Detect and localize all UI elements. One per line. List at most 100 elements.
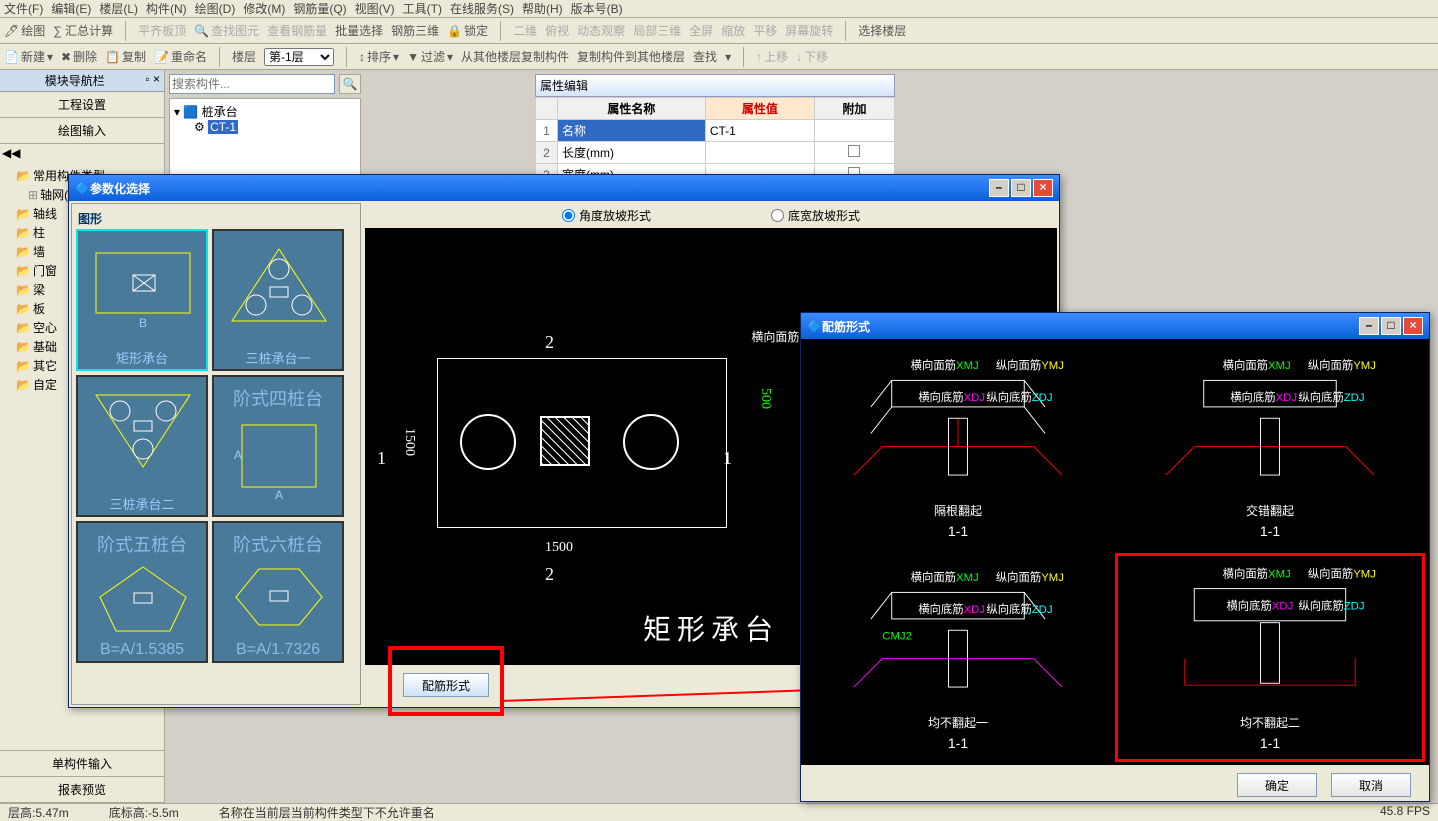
rebar-dialog-titlebar[interactable]: 🔷 配筋形式 – □ × bbox=[801, 313, 1429, 339]
tb-up[interactable]: ↑ 上移 bbox=[756, 48, 788, 65]
menu-help[interactable]: 帮助(H) bbox=[522, 0, 563, 17]
tb-sum[interactable]: ∑ 汇总计算 bbox=[53, 22, 113, 39]
rebar-dialog-title: 配筋形式 bbox=[822, 318, 870, 335]
nav-bottom-single[interactable]: 单构件输入 bbox=[0, 751, 164, 777]
svg-text:B: B bbox=[139, 316, 147, 330]
tb-filter[interactable]: ▼ 过滤 ▾ bbox=[407, 48, 453, 65]
rebar-card-4[interactable]: 横向面筋XMJ 纵向面筋YMJ 横向底筋XDJ 纵向底筋ZDJ 均不翻起二1-1 bbox=[1115, 553, 1425, 762]
cancel-button[interactable]: 取消 bbox=[1331, 773, 1411, 797]
app-icon: 🔷 bbox=[75, 181, 90, 195]
svg-text:纵向面筋YMJ: 纵向面筋YMJ bbox=[996, 570, 1064, 584]
prop-row-2[interactable]: 2 长度(mm) bbox=[536, 142, 895, 164]
shape-step-5pile[interactable]: 阶式五桩台 B=A/1.5385 bbox=[76, 521, 208, 663]
svg-text:纵向底筋ZDJ: 纵向底筋ZDJ bbox=[1298, 598, 1364, 612]
rebar-form-dialog: 🔷 配筋形式 – □ × 横向面筋XMJ 纵向面筋YMJ 横向底筋XDJ 纵向底… bbox=[800, 312, 1430, 802]
checkbox-icon[interactable] bbox=[848, 145, 860, 157]
prop-hdr-value: 属性值 bbox=[705, 98, 814, 120]
tb-copy-to[interactable]: 复制构件到其他楼层 bbox=[577, 48, 685, 65]
menu-component[interactable]: 构件(N) bbox=[146, 0, 187, 17]
tb-zoom[interactable]: 缩放 bbox=[721, 22, 745, 39]
menu-rebar[interactable]: 钢筋量(Q) bbox=[293, 0, 346, 17]
maximize-button[interactable]: □ bbox=[1381, 317, 1401, 335]
tb-new[interactable]: 📄 新建 ▾ bbox=[4, 48, 53, 65]
nav-bottom-report[interactable]: 报表预览 bbox=[0, 777, 164, 803]
property-title: 属性编辑 bbox=[535, 74, 895, 97]
minimize-button[interactable]: – bbox=[989, 179, 1009, 197]
menubar: 文件(F) 编辑(E) 楼层(L) 构件(N) 绘图(D) 修改(M) 钢筋量(… bbox=[0, 0, 1438, 18]
shape-3pile-1[interactable]: 三桩承台一 bbox=[212, 229, 344, 371]
tb-fullscreen[interactable]: 全屏 bbox=[689, 22, 713, 39]
shape-list-panel: 图形 B 矩形承台 三桩承台一 三桩承台二 阶式四桩台 AA bbox=[71, 203, 361, 705]
status-msg: 名称在当前层当前构件类型下不允许重名 bbox=[219, 804, 1340, 821]
svg-text:纵向底筋ZDJ: 纵向底筋ZDJ bbox=[986, 602, 1052, 616]
tb-local-3d[interactable]: 局部三维 bbox=[633, 22, 681, 39]
tb-down[interactable]: ↓ 下移 bbox=[796, 48, 828, 65]
shape-step-4pile[interactable]: 阶式四桩台 AA bbox=[212, 375, 344, 517]
tb-select-floor[interactable]: 选择楼层 bbox=[858, 22, 906, 39]
menu-version[interactable]: 版本号(B) bbox=[571, 0, 623, 17]
tb-lock[interactable]: 🔒 锁定 bbox=[447, 22, 488, 39]
rebar-card-3[interactable]: 横向面筋XMJ 纵向面筋YMJ 横向底筋XDJ 纵向底筋ZDJ CMJ2 均不翻… bbox=[803, 553, 1113, 762]
menu-modify[interactable]: 修改(M) bbox=[243, 0, 285, 17]
svg-text:横向底筋XDJ: 横向底筋XDJ bbox=[1226, 598, 1293, 612]
radio-width-slope[interactable]: 底宽放坡形式 bbox=[771, 207, 860, 224]
tb-align[interactable]: 平齐板顶 bbox=[138, 22, 186, 39]
svg-text:CMJ2: CMJ2 bbox=[882, 631, 912, 643]
svg-text:A: A bbox=[234, 448, 242, 462]
menu-draw[interactable]: 绘图(D) bbox=[195, 0, 236, 17]
svg-text:纵向底筋ZDJ: 纵向底筋ZDJ bbox=[1298, 390, 1364, 404]
rebar-card-2[interactable]: 横向面筋XMJ 纵向面筋YMJ 横向底筋XDJ 纵向底筋ZDJ 交错翻起1-1 bbox=[1115, 341, 1425, 550]
menu-tools[interactable]: 工具(T) bbox=[403, 0, 442, 17]
nav-back-icon[interactable]: ◀◀ bbox=[2, 146, 20, 160]
tb-top-view[interactable]: 俯视 bbox=[545, 22, 569, 39]
shape-step-6pile[interactable]: 阶式六桩台 B=A/1.7326 bbox=[212, 521, 344, 663]
graphics-label: 图形 bbox=[76, 208, 356, 229]
statusbar: 层高:5.47m 底标高:-5.5m 名称在当前层当前构件类型下不允许重名 45… bbox=[0, 803, 1438, 821]
property-panel: 属性编辑 属性名称 属性值 附加 1 名称 CT-1 2 长度(mm) bbox=[535, 74, 895, 186]
maximize-button[interactable]: □ bbox=[1011, 179, 1031, 197]
property-table[interactable]: 属性名称 属性值 附加 1 名称 CT-1 2 长度(mm) 3 bbox=[535, 97, 895, 186]
shape-rect-cap[interactable]: B 矩形承台 bbox=[76, 229, 208, 371]
radio-angle-slope[interactable]: 角度放坡形式 bbox=[562, 207, 651, 224]
nav-section-project[interactable]: 工程设置 bbox=[0, 92, 164, 118]
tb-find-elem[interactable]: 🔍 查找图元 bbox=[194, 22, 259, 39]
tb-orbit[interactable]: 动态观察 bbox=[577, 22, 625, 39]
tb-delete[interactable]: ✖ 删除 bbox=[61, 48, 97, 65]
minimize-button[interactable]: – bbox=[1359, 317, 1379, 335]
tb-pan[interactable]: 平移 bbox=[753, 22, 777, 39]
tb-floor-select[interactable]: 第-1层 bbox=[264, 48, 334, 66]
tb-view-rebar[interactable]: 查看钢筋量 bbox=[267, 22, 327, 39]
ok-button[interactable]: 确定 bbox=[1237, 773, 1317, 797]
tb-rotate[interactable]: 屏幕旋转 bbox=[785, 22, 833, 39]
menu-edit[interactable]: 编辑(E) bbox=[51, 0, 91, 17]
close-button[interactable]: × bbox=[1403, 317, 1423, 335]
menu-online[interactable]: 在线服务(S) bbox=[450, 0, 514, 17]
param-dialog-titlebar[interactable]: 🔷 参数化选择 – □ × bbox=[69, 175, 1059, 201]
tb-2d[interactable]: 二维 bbox=[513, 22, 537, 39]
shape-3pile-2[interactable]: 三桩承台二 bbox=[76, 375, 208, 517]
rebar-card-1[interactable]: 横向面筋XMJ 纵向面筋YMJ 横向底筋XDJ 纵向底筋ZDJ 隔根翻起1-1 bbox=[803, 341, 1113, 550]
menu-floor[interactable]: 楼层(L) bbox=[99, 0, 138, 17]
status-height: 层高:5.47m bbox=[8, 804, 69, 821]
tb-draw[interactable]: 🖊 绘图 bbox=[4, 22, 45, 39]
tb-rename[interactable]: 📝 重命名 bbox=[154, 48, 207, 65]
nav-section-draw[interactable]: 绘图输入 bbox=[0, 118, 164, 144]
menu-file[interactable]: 文件(F) bbox=[4, 0, 43, 17]
toolbar-2: 📄 新建 ▾ ✖ 删除 📋 复制 📝 重命名 楼层 第-1层 ↕ 排序 ▾ ▼ … bbox=[0, 44, 1438, 70]
menu-view[interactable]: 视图(V) bbox=[355, 0, 395, 17]
tb-sort[interactable]: ↕ 排序 ▾ bbox=[359, 48, 399, 65]
close-button[interactable]: × bbox=[1033, 179, 1053, 197]
search-button[interactable]: 🔍 bbox=[339, 74, 361, 94]
tb-rebar-3d[interactable]: 钢筋三维 bbox=[391, 22, 439, 39]
search-input[interactable] bbox=[169, 74, 335, 94]
tb-copy[interactable]: 📋 复制 bbox=[105, 48, 146, 65]
svg-text:纵向面筋YMJ: 纵向面筋YMJ bbox=[1308, 566, 1376, 580]
svg-text:横向面筋XMJ: 横向面筋XMJ bbox=[1223, 358, 1291, 372]
rebar-form-button[interactable]: 配筋形式 bbox=[403, 673, 489, 697]
svg-text:横向面筋XMJ: 横向面筋XMJ bbox=[911, 570, 979, 584]
tb-copy-from[interactable]: 从其他楼层复制构件 bbox=[461, 48, 569, 65]
prop-row-1[interactable]: 1 名称 CT-1 bbox=[536, 120, 895, 142]
tb-batch-select[interactable]: 批量选择 bbox=[335, 22, 383, 39]
component-tree-selected: CT-1 bbox=[208, 120, 238, 134]
tb-find[interactable]: 查找 bbox=[693, 48, 717, 65]
